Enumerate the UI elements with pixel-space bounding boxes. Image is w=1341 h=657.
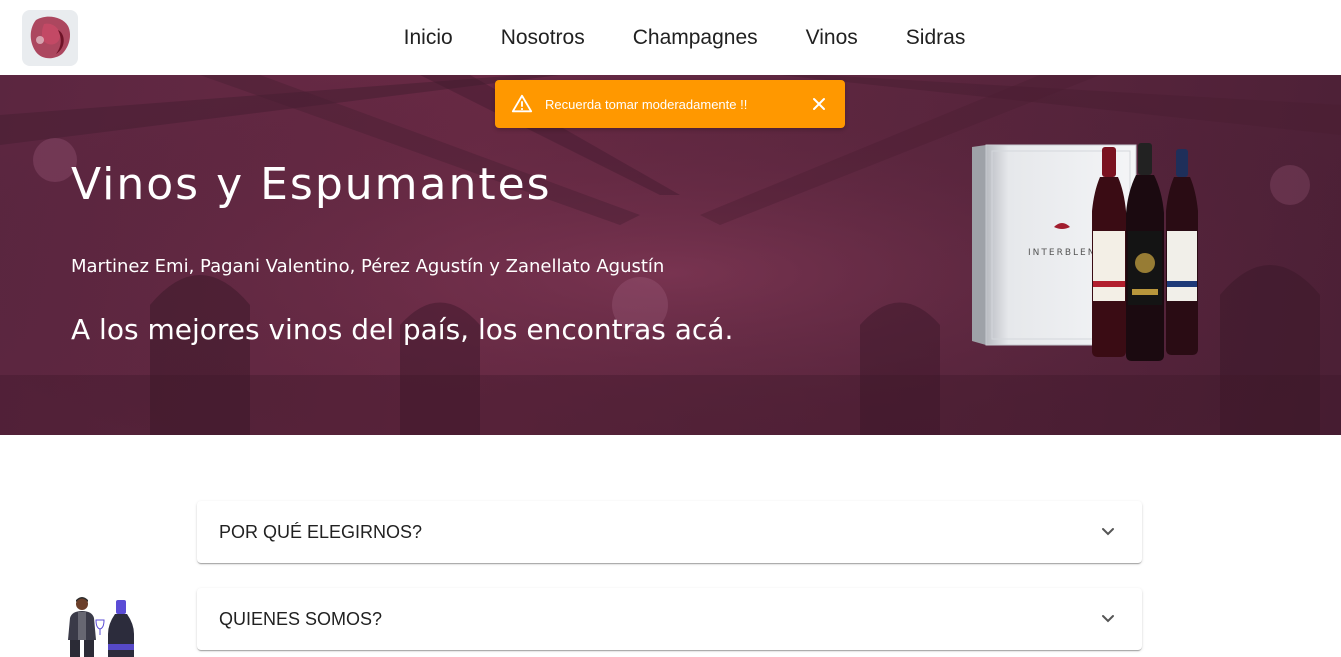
nav-link-nosotros[interactable]: Nosotros (501, 26, 585, 50)
warning-icon (511, 93, 533, 115)
nav-link-champagnes[interactable]: Champagnes (633, 26, 758, 50)
navbar: Inicio Nosotros Champagnes Vinos Sidras (0, 0, 1341, 75)
nav-links: Inicio Nosotros Champagnes Vinos Sidras (0, 0, 1341, 75)
nav-link-vinos[interactable]: Vinos (806, 26, 858, 50)
close-icon[interactable] (809, 94, 829, 114)
chevron-down-icon[interactable] (1096, 607, 1120, 631)
nav-link-sidras[interactable]: Sidras (906, 26, 966, 50)
sommelier-illustration (68, 597, 134, 657)
accordion-title: QUIENES SOMOS? (219, 608, 383, 629)
accordion-quienes-somos[interactable]: QUIENES SOMOS? (197, 588, 1142, 650)
alert-message: Recuerda tomar moderadamente !! (545, 96, 748, 112)
nav-link-inicio[interactable]: Inicio (404, 26, 453, 50)
hero-authors: Martinez Emi, Pagani Valentino, Pérez Ag… (71, 256, 665, 277)
accordion-title: POR QUÉ ELEGIRNOS? (219, 521, 423, 542)
wine-gift-box-image: INTERBLEND (972, 143, 1198, 361)
wine-bottle-blue-label (1166, 149, 1198, 355)
hero-banner: Vinos y Espumantes Martinez Emi, Pagani … (0, 75, 1341, 435)
accordion-por-que-elegirnos[interactable]: POR QUÉ ELEGIRNOS? (197, 501, 1142, 563)
chevron-down-icon[interactable] (1096, 520, 1120, 544)
hero-tagline: A los mejores vinos del país, los encont… (71, 313, 734, 346)
hero-title: Vinos y Espumantes (71, 159, 552, 210)
moderation-alert: Recuerda tomar moderadamente !! (495, 80, 845, 128)
